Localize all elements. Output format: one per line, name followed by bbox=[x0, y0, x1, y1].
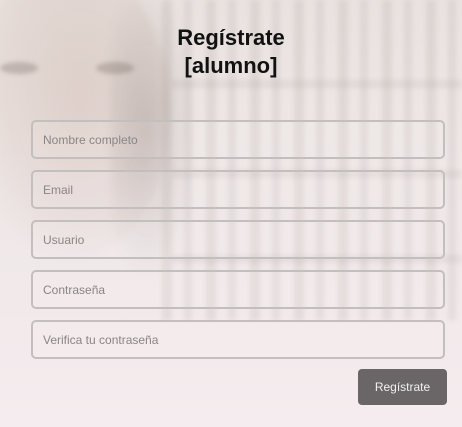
form-title-main: Regístrate bbox=[177, 25, 285, 50]
confirm-password-input[interactable] bbox=[31, 320, 445, 359]
email-input[interactable] bbox=[31, 170, 445, 209]
full-name-input[interactable] bbox=[31, 120, 445, 159]
username-input[interactable] bbox=[31, 220, 445, 259]
register-button[interactable]: Regístrate bbox=[358, 369, 447, 405]
form-title-role: [alumno] bbox=[184, 53, 278, 78]
form-title: Regístrate [alumno] bbox=[0, 24, 462, 80]
password-input[interactable] bbox=[31, 270, 445, 309]
registration-form: Regístrate [alumno] Regístrate bbox=[0, 0, 462, 427]
